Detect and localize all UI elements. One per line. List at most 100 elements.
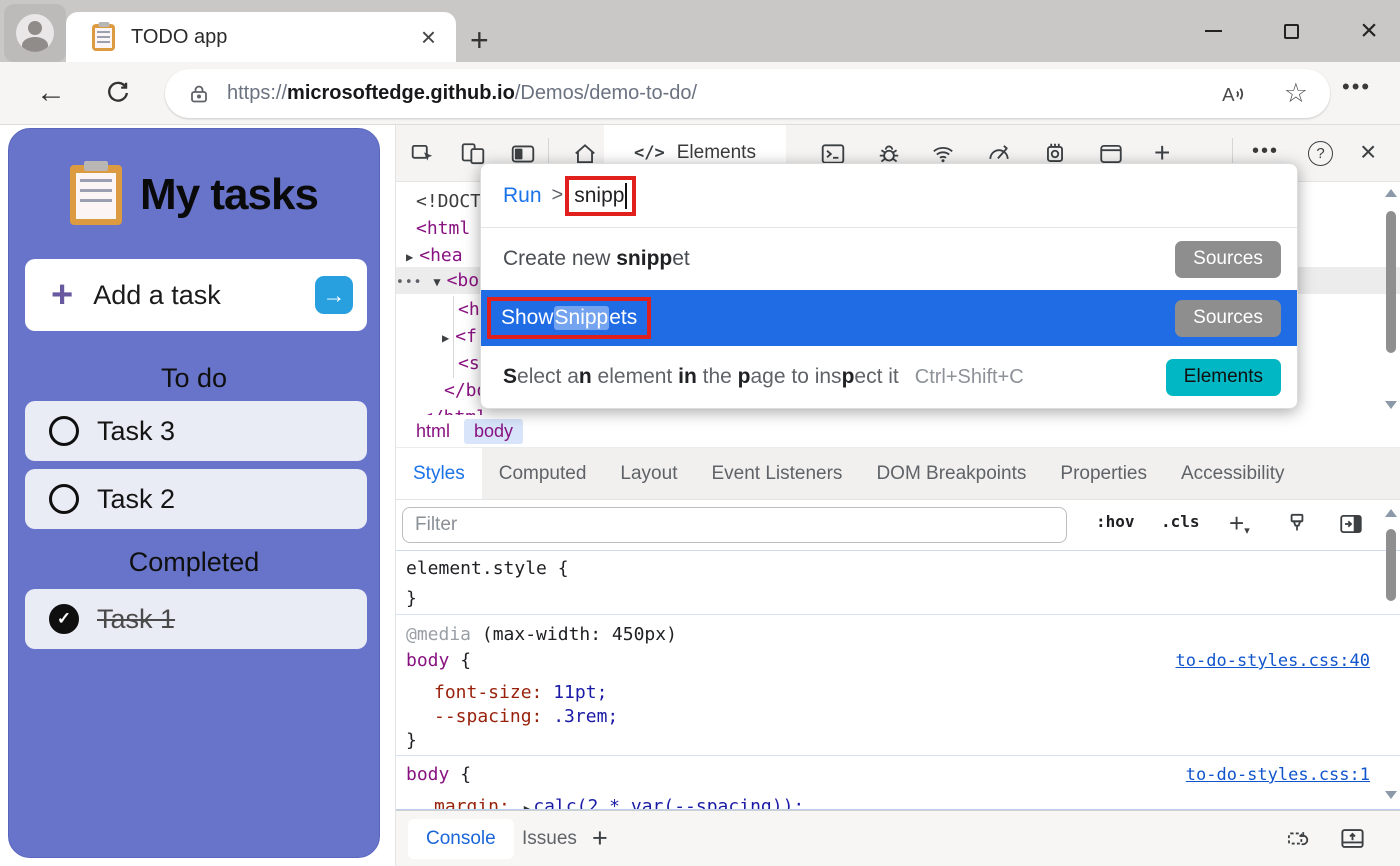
dom-node[interactable]: ▶<f: [442, 323, 477, 350]
inspect-element-icon[interactable]: [410, 141, 436, 167]
pseudo-state-toggle[interactable]: :hov: [1096, 512, 1135, 531]
css-rule-body[interactable]: body {: [406, 649, 471, 673]
command-palette: Run > snipp Create new snippet Sources S…: [480, 163, 1298, 409]
scroll-up-icon[interactable]: [1385, 189, 1397, 197]
task-checkbox-circle[interactable]: [49, 416, 79, 446]
node-menu-dots-icon[interactable]: •••: [396, 275, 422, 290]
maximize-button[interactable]: [1274, 14, 1308, 48]
stylesheet-link[interactable]: to-do-styles.css:1: [1186, 763, 1370, 787]
submit-task-button[interactable]: →: [315, 276, 353, 314]
device-emulation-icon[interactable]: [460, 141, 486, 167]
restore-drawer-icon[interactable]: [1285, 825, 1312, 857]
profile-button[interactable]: [4, 4, 66, 62]
dom-node[interactable]: <!DOCT: [416, 188, 481, 215]
todo-app-card: My tasks + Add a task → To do Task 3 Tas…: [8, 128, 380, 858]
tab-issues[interactable]: Issues: [504, 819, 595, 859]
task-item[interactable]: Task 3: [25, 401, 367, 461]
customize-devtools-button[interactable]: •••: [1252, 140, 1279, 163]
palette-item-create-new-snippet[interactable]: Create new snippet Sources: [481, 228, 1297, 290]
task-item[interactable]: Task 2: [25, 469, 367, 529]
toggle-sidebar-icon[interactable]: [1338, 511, 1364, 542]
scroll-down-icon[interactable]: [1385, 401, 1397, 409]
browser-tab-todo-app[interactable]: TODO app ×: [66, 12, 456, 62]
class-toggle[interactable]: .cls: [1161, 512, 1200, 531]
add-task-field[interactable]: + Add a task →: [25, 259, 367, 331]
dom-node[interactable]: <html: [416, 215, 470, 242]
task-checkbox-circle[interactable]: [49, 484, 79, 514]
styles-scrollbar[interactable]: [1382, 505, 1399, 805]
refresh-button[interactable]: [104, 79, 132, 115]
back-button[interactable]: ←: [36, 76, 66, 110]
panel-badge-elements: Elements: [1166, 359, 1281, 396]
read-aloud-icon[interactable]: A: [1220, 80, 1250, 108]
css-rule-element-style[interactable]: element.style {: [406, 557, 569, 581]
code-icon: </>: [634, 143, 665, 163]
css-declaration[interactable]: font-size: 11pt;: [434, 681, 607, 705]
expand-arrow-icon[interactable]: ▶: [442, 331, 449, 345]
palette-item-select-element[interactable]: Select an element in the page to inspect…: [481, 346, 1297, 408]
command-query-text[interactable]: snipp: [574, 184, 624, 208]
breadcrumb-html[interactable]: html: [406, 419, 460, 444]
minimize-button[interactable]: [1196, 14, 1230, 48]
keyboard-shortcut: Ctrl+Shift+C: [915, 366, 1024, 389]
browser-toolbar: ← https://microsoftedge.github.io/Demos/…: [0, 62, 1400, 125]
close-window-button[interactable]: ×: [1352, 14, 1386, 48]
tab-styles[interactable]: Styles: [396, 448, 482, 499]
css-declaration-clipped[interactable]: margin: ▶calc(2 * var(--spacing));: [434, 795, 804, 810]
scrollbar-thumb[interactable]: [1386, 529, 1396, 601]
expand-arrow-icon[interactable]: ▶: [406, 250, 413, 264]
styles-filter-row: :hov .cls +▾: [396, 500, 1400, 550]
stylesheet-link[interactable]: to-do-styles.css:40: [1176, 649, 1370, 673]
tab-favicon-clipboard-icon: [92, 24, 115, 51]
favorites-star-icon[interactable]: ☆: [1284, 78, 1308, 109]
css-declaration[interactable]: --spacing: .3rem;: [434, 705, 618, 729]
task-checked-circle[interactable]: ✓: [49, 604, 79, 634]
command-mode-label: Run: [503, 184, 542, 208]
scroll-up-icon[interactable]: [1385, 509, 1397, 517]
tab-computed[interactable]: Computed: [482, 448, 604, 499]
css-rule-body-2[interactable]: body {: [406, 763, 471, 787]
add-drawer-tab-button[interactable]: +: [592, 823, 608, 854]
tab-event-listeners[interactable]: Event Listeners: [694, 448, 859, 499]
media-query[interactable]: @media (max-width: 450px): [406, 623, 677, 647]
new-tab-button[interactable]: +: [470, 22, 489, 59]
collapse-arrow-icon[interactable]: ▼: [433, 275, 440, 289]
command-input-row[interactable]: Run > snipp: [481, 164, 1297, 228]
tab-accessibility[interactable]: Accessibility: [1164, 448, 1301, 499]
palette-item-show-snippets-selected[interactable]: Show Snippets Sources: [481, 290, 1297, 346]
styles-filter-input[interactable]: [402, 507, 1067, 543]
expand-value-icon[interactable]: ▶: [524, 802, 531, 810]
maximize-icon: [1284, 24, 1299, 39]
closing-brace: }: [406, 729, 417, 753]
scrollbar-thumb[interactable]: [1386, 211, 1396, 353]
app-title: My tasks: [140, 170, 318, 220]
close-devtools-button[interactable]: ×: [1360, 136, 1376, 168]
tab-dom-breakpoints[interactable]: DOM Breakpoints: [859, 448, 1043, 499]
help-button[interactable]: ?: [1308, 141, 1333, 166]
dom-node[interactable]: </html: [422, 404, 487, 415]
tab-properties[interactable]: Properties: [1043, 448, 1164, 499]
dom-node[interactable]: ▶<hea: [406, 242, 463, 269]
browser-titlebar: TODO app × + ×: [0, 0, 1400, 62]
styles-tab-strip: Styles Computed Layout Event Listeners D…: [396, 448, 1400, 500]
annotation-red-box: snipp: [565, 176, 636, 216]
elements-scrollbar[interactable]: [1382, 185, 1399, 413]
svg-text:A: A: [1222, 84, 1235, 105]
minimize-icon: [1205, 30, 1222, 32]
task-item-completed[interactable]: ✓ Task 1: [25, 589, 367, 649]
tab-close-icon[interactable]: ×: [421, 24, 436, 50]
window-controls: ×: [1196, 14, 1386, 48]
tab-console[interactable]: Console: [408, 819, 514, 859]
browser-more-menu-button[interactable]: •••: [1342, 74, 1371, 100]
breadcrumb-body[interactable]: body: [464, 419, 523, 444]
new-style-rule-button[interactable]: +▾: [1229, 508, 1250, 539]
dom-node-body[interactable]: ••• ▼<bod: [396, 267, 490, 294]
scroll-down-icon[interactable]: [1385, 791, 1397, 799]
expand-drawer-icon[interactable]: [1339, 825, 1366, 857]
tab-layout[interactable]: Layout: [603, 448, 694, 499]
help-icon: ?: [1308, 141, 1333, 166]
brush-icon[interactable]: [1284, 511, 1310, 542]
address-bar[interactable]: https://microsoftedge.github.io/Demos/de…: [165, 69, 1330, 118]
text-cursor: [625, 183, 627, 209]
todo-section-heading: To do: [9, 363, 379, 394]
